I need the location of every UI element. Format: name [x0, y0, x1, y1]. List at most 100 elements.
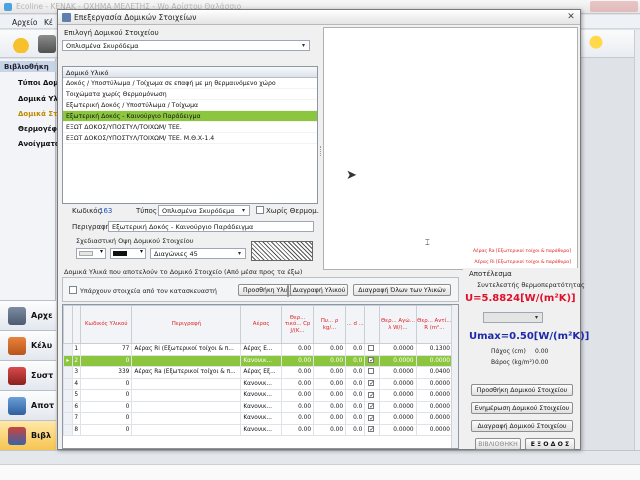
- cell-description[interactable]: [131, 423, 242, 436]
- row-checkbox[interactable]: ✓: [368, 414, 374, 421]
- cell-description[interactable]: [131, 400, 242, 413]
- cell-resistance[interactable]: 0.1300: [415, 343, 454, 356]
- cell-code[interactable]: 0: [80, 354, 133, 367]
- has-data-checkbox[interactable]: [69, 286, 77, 294]
- sidebar-item-openings[interactable]: Ανοίγματα: [18, 140, 60, 148]
- menu-file[interactable]: Αρχείο: [12, 18, 37, 27]
- cell-description[interactable]: Αέρας Ra (Εξωτερικοί τοίχοι & π...: [131, 366, 242, 379]
- cell-conductivity[interactable]: 0.0000: [379, 423, 417, 436]
- cell-conductivity[interactable]: 0.0000: [379, 412, 417, 425]
- cell-thickness[interactable]: 0.0: [345, 366, 366, 379]
- module-systems[interactable]: Συστ: [0, 360, 56, 390]
- grid-scrollbar[interactable]: [451, 305, 458, 448]
- color-picker-1[interactable]: ▾: [76, 248, 106, 259]
- list-item[interactable]: ΕΞΩΤ ΔΟΚΟΣ/ΥΠΟΣΤΥΛ/ΤΟΙΧΩΜ/ ΤΕΕ. Μ.Θ.Χ-1.…: [63, 133, 317, 144]
- row-indicator[interactable]: [63, 400, 73, 413]
- update-element-button[interactable]: Ενημέρωση Δομικού Στοιχείου: [471, 402, 573, 414]
- cell-air[interactable]: Κανονικ...: [240, 389, 282, 402]
- row-checkbox[interactable]: [368, 345, 375, 352]
- row-checkbox[interactable]: [368, 368, 375, 375]
- cell-index[interactable]: 6: [71, 400, 82, 413]
- cell-thickness[interactable]: 0.0: [345, 377, 366, 390]
- table-row[interactable]: 8 0 Κανονικ... 0.00 0.00 0.0 ✓ 0.0000 0.0000: [63, 423, 454, 436]
- cell-density[interactable]: 0.00: [313, 389, 347, 402]
- list-item-selected[interactable]: Εξωτερική Δοκός - Καινούργιο Παράδειγμα: [63, 111, 317, 122]
- cell-description[interactable]: Αέρας Ri (Εξωτερικοί τοίχοι & π...: [131, 343, 242, 356]
- library-button[interactable]: ΒΙΒΛΙΟΘΗΚΗ: [475, 438, 521, 450]
- row-checkbox[interactable]: ✓: [368, 380, 374, 387]
- delete-element-button[interactable]: Διαγραφή Δομικού Στοιχείου: [471, 420, 573, 432]
- row-checkbox[interactable]: ✓: [368, 357, 374, 364]
- cell-code[interactable]: 339: [80, 366, 133, 379]
- cell-resistance[interactable]: 0.0000: [415, 400, 454, 413]
- table-row[interactable]: 3 339 Αέρας Ra (Εξωτερικοί τοίχοι & π... Αέ…: [63, 366, 454, 379]
- cell-density[interactable]: 0.00: [313, 423, 347, 436]
- col-description[interactable]: Περιγραφή: [131, 305, 242, 344]
- exit-button[interactable]: Ε Ξ Ο Δ Ο Σ: [525, 438, 575, 450]
- type-select[interactable]: Οπλισμένα Σκυρόδεμα ▾: [158, 205, 250, 216]
- cell-density[interactable]: 0.00: [313, 354, 347, 367]
- col-density[interactable]: Πυ... ρ kg/...: [313, 305, 347, 344]
- cell-specific-heat[interactable]: 0.00: [280, 366, 315, 379]
- cell-checkbox[interactable]: ✓: [364, 377, 381, 390]
- cell-code[interactable]: 0: [80, 389, 133, 402]
- cell-code[interactable]: 0: [80, 400, 133, 413]
- cell-conductivity[interactable]: 0.0000: [379, 354, 417, 367]
- cell-resistance[interactable]: 0.0000: [415, 377, 454, 390]
- menu-second[interactable]: Κέ: [44, 18, 53, 27]
- u-select[interactable]: ▾: [483, 312, 543, 323]
- cell-code[interactable]: 0: [80, 412, 133, 425]
- cell-air[interactable]: Αέρας Ε...: [240, 343, 282, 356]
- cell-code[interactable]: 77: [80, 343, 133, 356]
- module-library[interactable]: Βιβλ: [0, 420, 56, 450]
- cell-description[interactable]: [131, 412, 242, 425]
- color-picker-2[interactable]: ▾: [110, 248, 146, 259]
- cell-index[interactable]: 8: [71, 423, 82, 436]
- row-checkbox[interactable]: ✓: [368, 403, 374, 410]
- cell-thickness[interactable]: 0.0: [345, 423, 366, 436]
- tools-icon[interactable]: [38, 35, 56, 53]
- row-indicator[interactable]: [63, 377, 73, 390]
- table-row[interactable]: ▸ 2 0 Κανονικ... 0.00 0.00 0.0 ✓ 0.0000 0.0000: [63, 354, 454, 367]
- cell-density[interactable]: 0.00: [313, 366, 347, 379]
- sidebar-item-materials[interactable]: Δομικά Υλι: [18, 95, 61, 103]
- col-air[interactable]: Αέρας: [240, 305, 282, 344]
- cell-thickness[interactable]: 0.0: [345, 400, 366, 413]
- module-results[interactable]: Αποτ: [0, 390, 56, 420]
- col-resistance[interactable]: Θερ... Αντί... R (m²...: [415, 305, 454, 344]
- cell-resistance[interactable]: 0.0000: [415, 389, 454, 402]
- cell-specific-heat[interactable]: 0.00: [280, 343, 315, 356]
- cell-specific-heat[interactable]: 0.00: [280, 389, 315, 402]
- cell-description[interactable]: [131, 354, 242, 367]
- cell-resistance[interactable]: 0.0400: [415, 366, 454, 379]
- cell-density[interactable]: 0.00: [313, 343, 347, 356]
- cell-conductivity[interactable]: 0.0000: [379, 366, 417, 379]
- cell-conductivity[interactable]: 0.0000: [379, 343, 417, 356]
- cell-checkbox[interactable]: ✓: [364, 354, 381, 367]
- cell-conductivity[interactable]: 0.0000: [379, 400, 417, 413]
- cell-air[interactable]: Κανονικ...: [240, 354, 282, 367]
- table-row[interactable]: 4 0 Κανονικ... 0.00 0.00 0.0 ✓ 0.0000 0.0000: [63, 377, 454, 390]
- cell-index[interactable]: 3: [71, 366, 82, 379]
- cell-density[interactable]: 0.00: [313, 377, 347, 390]
- cell-thickness[interactable]: 0.0: [345, 354, 366, 367]
- cell-conductivity[interactable]: 0.0000: [379, 377, 417, 390]
- cell-index[interactable]: 2: [71, 354, 82, 367]
- table-row[interactable]: 1 77 Αέρας Ri (Εξωτερικοί τοίχοι & π... Αέρ…: [63, 343, 454, 356]
- delete-all-materials-button[interactable]: Διαγραφή Όλων των Υλικών: [353, 284, 451, 296]
- cell-code[interactable]: 0: [80, 377, 133, 390]
- close-icon[interactable]: ✕: [565, 12, 577, 23]
- hardhat-icon[interactable]: [12, 35, 30, 53]
- description-input[interactable]: Εξωτερική Δοκός - Καινούργιο Παράδειγμα: [108, 221, 314, 232]
- row-indicator[interactable]: [63, 343, 73, 356]
- cell-specific-heat[interactable]: 0.00: [280, 423, 315, 436]
- row-indicator[interactable]: ▸: [63, 354, 73, 367]
- cell-density[interactable]: 0.00: [313, 412, 347, 425]
- col-specific-heat[interactable]: Θερ... τικό... Cp J/(K...: [280, 305, 315, 344]
- cell-air[interactable]: Αέρας Εξ...: [240, 366, 282, 379]
- list-item[interactable]: Τοιχώματα χωρίς Θερμομόνωση: [63, 89, 317, 100]
- cell-thickness[interactable]: 0.0: [345, 389, 366, 402]
- cell-air[interactable]: Κανονικ...: [240, 377, 282, 390]
- sidebar-item-thermal-bridges[interactable]: Θερμογέφ: [18, 125, 57, 133]
- cell-conductivity[interactable]: 0.0000: [379, 389, 417, 402]
